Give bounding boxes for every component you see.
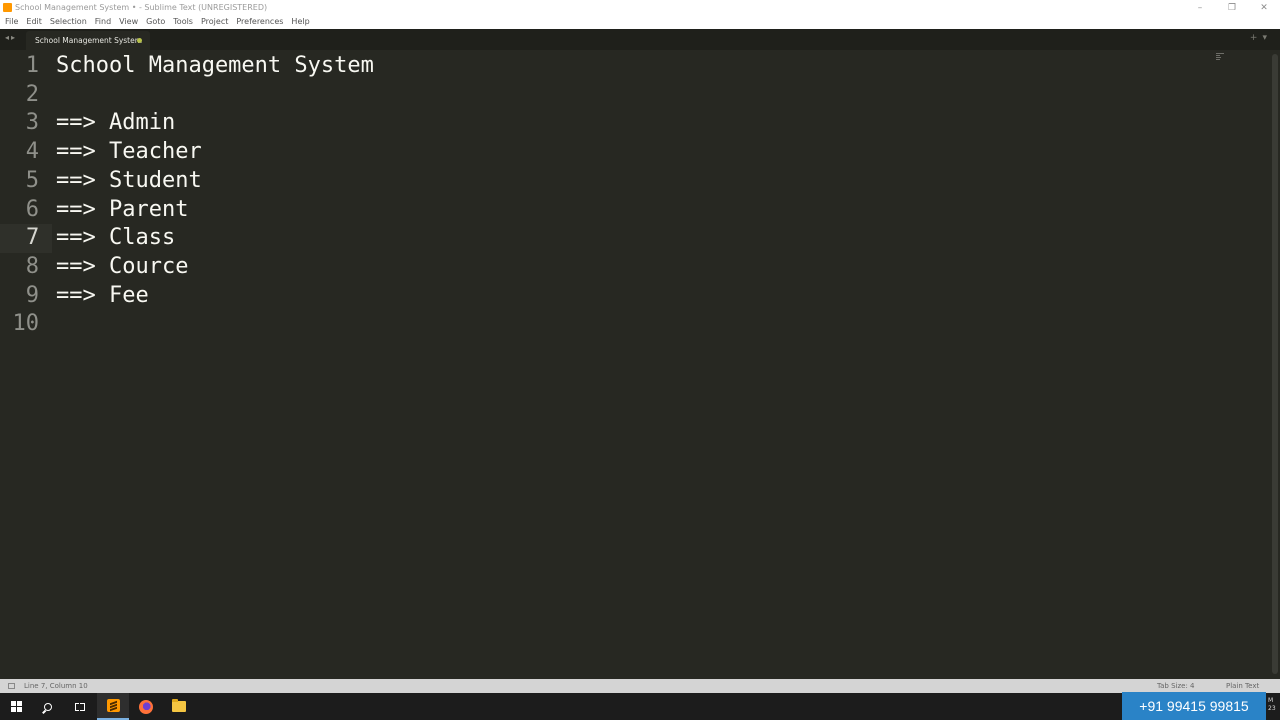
code-line[interactable]: ==> Admin [56, 109, 175, 138]
panel-toggle-icon[interactable] [8, 683, 15, 689]
line-number: 4 [25, 139, 39, 165]
firefox-icon[interactable] [130, 693, 162, 720]
line-number: 8 [25, 253, 39, 279]
line-number: 3 [25, 110, 39, 136]
line-number: 5 [25, 167, 39, 193]
search-icon[interactable] [32, 693, 64, 720]
code-line[interactable]: ==> Cource [56, 253, 188, 282]
tab-size-indicator[interactable]: Tab Size: 4 [1157, 682, 1194, 690]
tray-text: 23 [1268, 705, 1276, 712]
menu-view[interactable]: View [115, 15, 142, 29]
menu-goto[interactable]: Goto [142, 15, 169, 29]
tab-list-chevron-icon[interactable]: ▾ [1262, 33, 1272, 43]
tab-school-management-system[interactable]: School Management System [26, 31, 150, 50]
vertical-scrollbar[interactable] [1272, 54, 1278, 674]
tab-tools: +▾ [1250, 33, 1272, 43]
syntax-indicator[interactable]: Plain Text [1226, 682, 1259, 690]
menu-preferences[interactable]: Preferences [232, 15, 287, 29]
tab-label: School Management System [35, 36, 143, 45]
line-number-gutter: 1 2 3 4 5 6 7 8 9 10 [0, 50, 52, 679]
code-line-active[interactable]: ==> Class [56, 224, 175, 253]
line-number-active: 7 [0, 224, 52, 253]
close-button[interactable]: ✕ [1248, 0, 1280, 15]
taskbar [0, 693, 1280, 720]
restore-button[interactable]: ❐ [1216, 0, 1248, 15]
line-number: 1 [25, 53, 39, 78]
menu-edit[interactable]: Edit [22, 15, 46, 29]
tab-bar: ◂▸ School Management System +▾ [0, 29, 1280, 50]
code-line[interactable]: ==> Teacher [56, 138, 202, 167]
menu-file[interactable]: File [0, 15, 22, 29]
editor-area[interactable]: 1 2 3 4 5 6 7 8 9 10 School Management S… [0, 50, 1280, 679]
cursor-position: Line 7, Column 10 [24, 682, 88, 690]
file-explorer-icon[interactable] [163, 693, 195, 720]
menu-project[interactable]: Project [197, 15, 232, 29]
new-tab-plus-icon[interactable]: + [1250, 33, 1263, 43]
unsaved-dot-icon[interactable] [137, 38, 142, 43]
menu-find[interactable]: Find [91, 15, 115, 29]
code-line[interactable]: School Management System [56, 52, 374, 81]
sublime-text-icon[interactable] [97, 693, 129, 720]
windows-start-icon[interactable] [0, 693, 32, 720]
window-title: School Management System • - Sublime Tex… [15, 3, 268, 12]
line-number: 9 [25, 282, 39, 308]
status-bar: Line 7, Column 10 Tab Size: 4 Plain Text [0, 679, 1280, 693]
tray-text: M [1268, 697, 1274, 704]
phone-number-banner: +91 99415 99815 [1122, 692, 1266, 720]
title-bar: School Management System • - Sublime Tex… [0, 0, 1280, 15]
menu-bar: File Edit Selection Find View Goto Tools… [0, 15, 1280, 29]
menu-selection[interactable]: Selection [46, 15, 91, 29]
line-number: 2 [25, 81, 39, 107]
menu-tools[interactable]: Tools [169, 15, 197, 29]
minimize-button[interactable]: – [1184, 0, 1216, 15]
line-number: 10 [12, 311, 40, 337]
minimap[interactable] [1216, 53, 1224, 63]
sublime-app-icon [3, 3, 12, 12]
tab-nav-arrows-icon[interactable]: ◂▸ [5, 33, 17, 42]
window-controls: – ❐ ✕ [1184, 0, 1280, 15]
menu-help[interactable]: Help [287, 15, 313, 29]
code-line[interactable]: ==> Student [56, 167, 202, 196]
task-view-icon[interactable] [64, 693, 96, 720]
code-line[interactable]: ==> Parent [56, 196, 188, 225]
code-line[interactable]: ==> Fee [56, 282, 149, 311]
line-number: 6 [25, 196, 39, 222]
system-tray-clock: M 23 [1268, 697, 1276, 713]
